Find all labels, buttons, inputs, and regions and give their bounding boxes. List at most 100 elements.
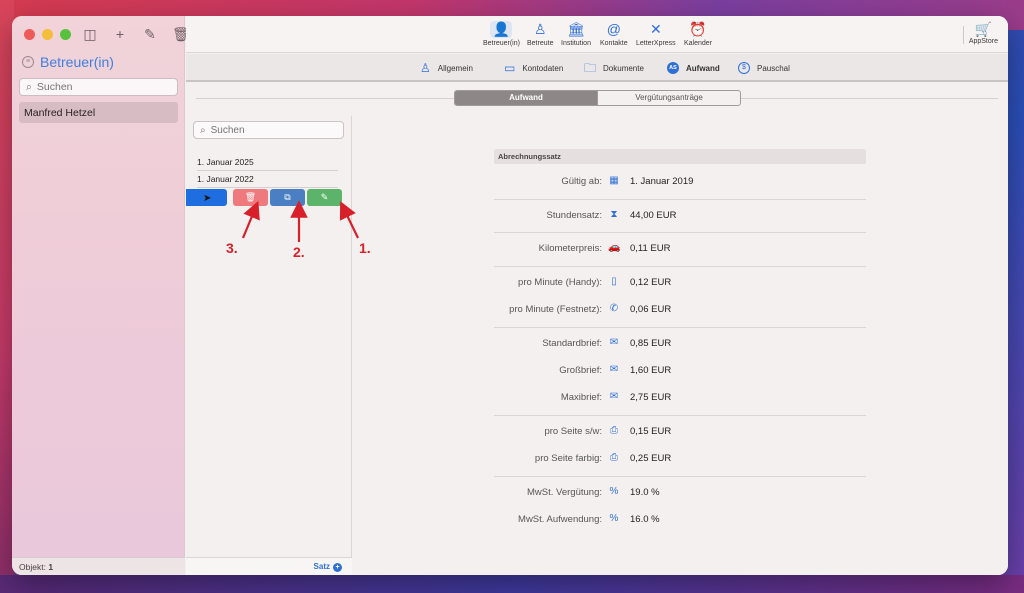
row-value[interactable]: 0,25 EUR — [630, 453, 671, 464]
envelope-icon: ✉ — [609, 391, 619, 402]
row-label: MwSt. Vergütung: — [527, 487, 602, 498]
main-toolbar: 👤 Betreuer(in) ♙ Betreute 🏛 Institution … — [186, 16, 1008, 53]
delete-button[interactable]: 🗑 — [233, 189, 268, 206]
detail-row: Maxibrief: ✉ 2,75 EUR — [494, 384, 866, 411]
phone-icon: ✆ — [609, 303, 619, 314]
duplicate-button[interactable]: ⧉ — [270, 189, 305, 206]
toolbar-kalender[interactable]: ⏰ Kalender — [684, 21, 712, 47]
row-label: pro Seite farbig: — [534, 453, 602, 464]
list-search-input[interactable] — [210, 124, 321, 136]
row-label: MwSt. Aufwendung: — [518, 514, 602, 525]
row-value[interactable]: 0,12 EUR — [630, 277, 671, 288]
section-title: Abrechnungssatz — [494, 149, 866, 164]
row-label: Gültig ab: — [561, 176, 602, 187]
toolbar-institution[interactable]: 🏛 Institution — [561, 21, 591, 47]
as-badge-icon: AS — [667, 62, 679, 74]
row-value[interactable]: 2,75 EUR — [630, 392, 671, 403]
toolbar-appstore[interactable]: 🛒 AppStore — [969, 21, 998, 45]
tab-kontodaten-label: Kontodaten — [522, 63, 564, 73]
sidebar-toolbar: ◫ + ✎ 🗑 — [82, 25, 189, 43]
main-area: 👤 Betreuer(in) ♙ Betreute 🏛 Institution … — [186, 16, 1008, 575]
toolbar-betreuer[interactable]: 👤 Betreuer(in) — [483, 21, 520, 47]
toolbar-letterxpress-label: LetterXpress — [636, 40, 676, 47]
plus-circle-icon: + — [333, 563, 342, 572]
filter-icon[interactable]: ≡ — [22, 56, 34, 68]
envelope-icon: ✉ — [609, 364, 619, 375]
detail-row: Stundensatz: ⧗ 44,00 EUR — [494, 202, 866, 229]
tab-pauschal-label: Pauschal — [757, 63, 790, 73]
folder-icon: 🗀 — [584, 61, 597, 75]
app-window: ◫ + ✎ 🗑 ≡ Betreuer(in) ⌕ Manfred Hetzel … — [12, 16, 1008, 575]
trash-icon: 🗑 — [244, 192, 257, 202]
edit-button[interactable]: ✎ — [307, 189, 342, 206]
row-value[interactable]: 0,06 EUR — [630, 304, 671, 315]
envelope-icon: ✉ — [609, 337, 619, 348]
row-label: Kilometerpreis: — [538, 243, 602, 254]
sidebar-title-label: Betreuer(in) — [40, 54, 114, 70]
add-rate-button[interactable]: Satz + — [186, 557, 352, 575]
sidebar-toggle-icon[interactable]: ◫ — [82, 25, 98, 43]
add-rate-label: Satz — [313, 562, 330, 571]
pencil-icon[interactable]: ✎ — [142, 25, 158, 43]
row-value[interactable]: 16.0 % — [630, 514, 660, 525]
zoom-window-button[interactable] — [60, 29, 71, 40]
sidebar-search-input[interactable] — [36, 81, 157, 93]
minimize-window-button[interactable] — [42, 29, 53, 40]
divider — [494, 415, 866, 416]
segment-verguetungsantraege[interactable]: Vergütungsanträge — [597, 91, 740, 105]
letterxpress-icon: ✕ — [649, 21, 662, 37]
toolbar-institution-label: Institution — [561, 40, 591, 47]
list-item[interactable]: 1. Januar 2022 — [197, 171, 338, 188]
toolbar-betreute[interactable]: ♙ Betreute — [527, 21, 553, 47]
dollar-circle-icon: $ — [738, 62, 750, 74]
toolbar-kontakte-label: Kontakte — [600, 40, 628, 47]
row-value[interactable]: 44,00 EUR — [630, 210, 676, 221]
cart-icon: 🛒 — [974, 21, 993, 37]
toolbar-letterxpress[interactable]: ✕ LetterXpress — [636, 21, 676, 47]
toolbar-kalender-label: Kalender — [684, 40, 713, 47]
tab-allgemein[interactable]: ♙ Allgemein — [420, 62, 473, 74]
divider — [494, 199, 866, 200]
sidebar-item-manfred-hetzel[interactable]: Manfred Hetzel — [19, 102, 178, 123]
list-item[interactable]: 1. Januar 2025 — [197, 154, 338, 171]
row-value[interactable]: 1,60 EUR — [630, 365, 671, 376]
at-icon: @ — [606, 21, 621, 37]
divider — [494, 327, 866, 328]
sidebar-search[interactable]: ⌕ — [19, 78, 178, 96]
window-controls — [24, 29, 71, 40]
row-label: Maxibrief: — [560, 392, 602, 403]
toolbar-divider — [963, 26, 964, 44]
segmented-control: Aufwand Vergütungsanträge — [454, 90, 741, 106]
annotation-label-1: 1. — [359, 240, 371, 256]
mobile-phone-icon: ▯ — [611, 276, 617, 287]
row-value[interactable]: 0,85 EUR — [630, 338, 671, 349]
car-icon: 🚗 — [608, 242, 621, 253]
mouse-cursor-icon: ➤ — [203, 193, 212, 204]
detail-row: pro Seite farbig: ⎙ 0,25 EUR — [494, 445, 866, 472]
tab-pauschal[interactable]: $ Pauschal — [738, 62, 790, 74]
list-search[interactable]: ⌕ — [193, 121, 344, 139]
bank-icon: 🏛 — [567, 21, 585, 37]
row-label: Großbrief: — [559, 365, 602, 376]
row-value[interactable]: 0,15 EUR — [630, 426, 671, 437]
tab-allgemein-label: Allgemein — [437, 63, 473, 73]
tab-aufwand[interactable]: AS Aufwand — [667, 62, 720, 74]
row-value[interactable]: 19.0 % — [630, 487, 660, 498]
hourglass-icon: ⧗ — [610, 209, 618, 220]
divider — [494, 266, 866, 267]
tab-dokumente[interactable]: 🗀 Dokumente — [584, 62, 644, 74]
row-value[interactable]: 0,11 EUR — [630, 243, 670, 254]
detail-row: Großbrief: ✉ 1,60 EUR — [494, 357, 866, 384]
rate-list-pane: ⌕ 1. Januar 2025 1. Januar 2022 🗑 ⧉ ✎ ➤ … — [186, 116, 352, 575]
close-window-button[interactable] — [24, 29, 35, 40]
row-value[interactable]: 1. Januar 2019 — [630, 176, 693, 187]
subtab-bar: ♙ Allgemein ▭ Kontodaten 🗀 Dokumente AS … — [186, 54, 1008, 82]
tab-kontodaten[interactable]: ▭ Kontodaten — [504, 62, 563, 74]
object-count-label: Objekt: — [19, 562, 46, 572]
add-icon[interactable]: + — [112, 25, 128, 43]
row-label: pro Minute (Festnetz): — [509, 304, 602, 315]
segment-aufwand[interactable]: Aufwand — [455, 91, 597, 105]
detail-row: MwSt. Vergütung: % 19.0 % — [494, 479, 866, 506]
toolbar-appstore-label: AppStore — [968, 38, 998, 45]
toolbar-kontakte[interactable]: @ Kontakte — [600, 21, 628, 47]
